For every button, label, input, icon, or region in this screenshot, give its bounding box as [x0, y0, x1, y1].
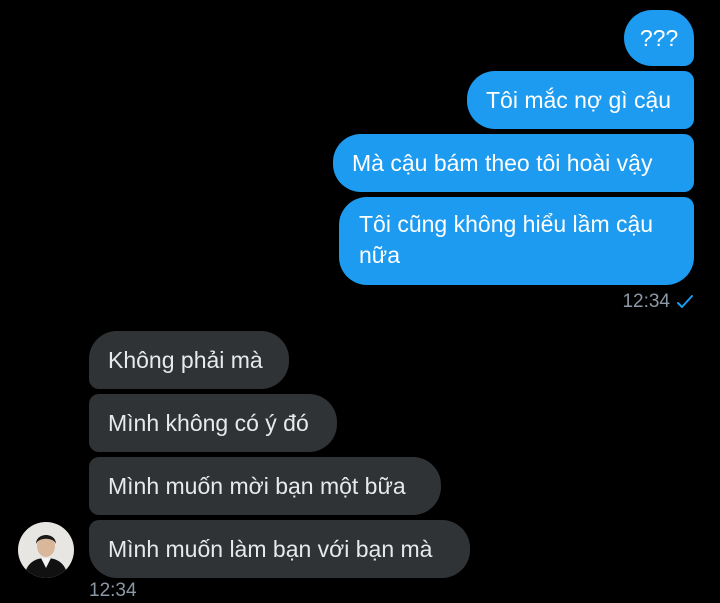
message-text: Mình muốn làm bạn với bạn mà	[108, 535, 433, 562]
sent-message[interactable]: Mà cậu bám theo tôi hoài vậy	[333, 134, 694, 192]
avatar[interactable]	[18, 522, 74, 578]
sent-message[interactable]: ???	[624, 10, 694, 66]
message-text: Mà cậu bám theo tôi hoài vậy	[352, 149, 653, 176]
check-icon	[676, 294, 694, 310]
sent-message[interactable]: Tôi mắc nợ gì cậu	[467, 71, 694, 129]
avatar-image	[18, 522, 74, 578]
message-text: Mình không có ý đó	[108, 409, 309, 436]
message-text: ???	[639, 24, 679, 51]
received-timestamp: 12:34	[89, 580, 137, 602]
timestamp-text: 12:34	[622, 291, 670, 312]
received-message[interactable]: Không phải mà	[89, 331, 289, 389]
timestamp-text: 12:34	[89, 580, 137, 601]
message-text: Mình muốn mời bạn một bữa	[108, 472, 406, 499]
received-message[interactable]: Mình muốn mời bạn một bữa	[89, 457, 441, 515]
message-text: Tôi mắc nợ gì cậu	[486, 86, 672, 113]
received-message[interactable]: Mình không có ý đó	[89, 394, 337, 452]
received-message[interactable]: Mình muốn làm bạn với bạn mà	[89, 520, 470, 578]
message-text: Không phải mà	[108, 346, 263, 373]
sent-timestamp: 12:34	[622, 291, 694, 313]
message-text: Tôi cũng không hiểu lầm cậu nữa	[359, 211, 654, 268]
sent-message[interactable]: Tôi cũng không hiểu lầm cậu nữa	[339, 197, 694, 285]
